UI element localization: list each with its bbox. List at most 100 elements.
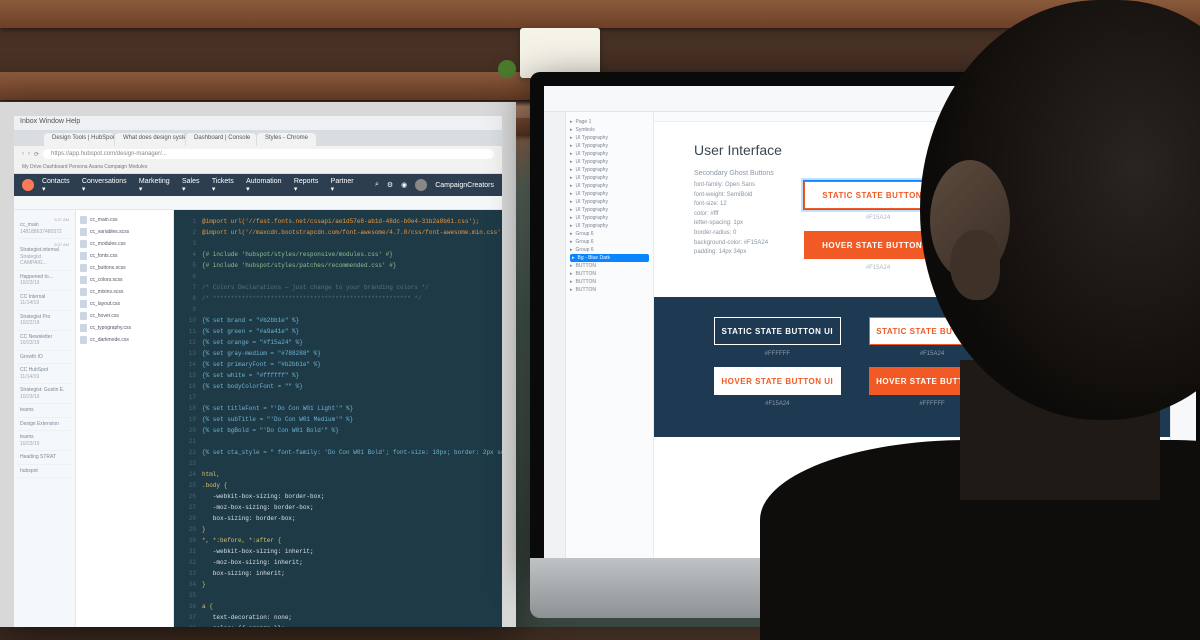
- browser-tab[interactable]: What does design system mean: [115, 133, 185, 146]
- button-specimen[interactable]: HOVER STATE BUTTON UI: [714, 367, 841, 395]
- inbox-item[interactable]: CC HubSpot11/14/19: [18, 364, 71, 384]
- file-item[interactable]: cc_layout.css: [78, 298, 171, 310]
- layer-row[interactable]: ▸ Group 6: [570, 238, 649, 246]
- layer-row[interactable]: ▸ Group 6: [570, 246, 649, 254]
- settings-icon[interactable]: ⚙: [387, 181, 393, 189]
- layer-row[interactable]: ▸ BUTTON: [570, 270, 649, 278]
- green-pin: [498, 60, 516, 78]
- hubspot-nav[interactable]: Contacts ▾ Conversations ▾ Marketing ▾ Sale…: [14, 174, 502, 196]
- button-specimen[interactable]: STATIC STATE BUTTON UI: [804, 181, 952, 209]
- tool-rail[interactable]: [544, 112, 566, 558]
- nav-item[interactable]: Partner ▾: [331, 178, 359, 193]
- notifications-icon[interactable]: ◉: [401, 181, 407, 189]
- browser-tabs[interactable]: Design Tools | HubSpotWhat does design s…: [14, 130, 502, 146]
- nav-item[interactable]: Automation ▾: [246, 178, 287, 193]
- inbox-item[interactable]: Strategist: Gustin E.10/23/19: [18, 384, 71, 404]
- button-specimen[interactable]: HOVER STATE BUTTON UI: [804, 231, 952, 259]
- layer-row[interactable]: ▸ UI Typography: [570, 142, 649, 150]
- inbox-item[interactable]: CC Newsletter10/23/19: [18, 331, 71, 351]
- file-item[interactable]: cc_main.css: [78, 214, 171, 226]
- file-item[interactable]: cc_darkmode.css: [78, 334, 171, 346]
- inbox-item[interactable]: teams10/23/19: [18, 431, 71, 451]
- browser-tab[interactable]: Design Tools | HubSpot: [44, 133, 114, 146]
- layer-row[interactable]: ▸ BUTTON: [570, 286, 649, 294]
- inbox-item[interactable]: teams: [18, 404, 71, 418]
- button-specimen[interactable]: HOVER STATE BUTTON UI: [1023, 367, 1150, 395]
- avatar[interactable]: [415, 179, 427, 191]
- code-editor[interactable]: 1@import url('//fast.fonts.net/cssapi/ae…: [174, 210, 502, 627]
- inbox-item[interactable]: Growth IO: [18, 351, 71, 365]
- layer-row[interactable]: ▸Page 1: [570, 118, 649, 126]
- layer-row[interactable]: ▸ Symbols: [570, 126, 649, 134]
- nav-item[interactable]: Sales ▾: [182, 178, 205, 193]
- layers-panel[interactable]: ▸Page 1▸ Symbols▸ UI Typography▸ UI Typo…: [566, 112, 654, 558]
- inbox-item[interactable]: Design Extension: [18, 418, 71, 432]
- inbox-item[interactable]: 8:37 AMcc_main148188637480372: [18, 214, 71, 239]
- file-item[interactable]: cc_hover.css: [78, 310, 171, 322]
- layer-row[interactable]: ▸ UI Typography: [570, 174, 649, 182]
- left-monitor: Inbox Window Help Design Tools | HubSpot…: [0, 102, 516, 627]
- file-tree[interactable]: cc_main.csscc_variables.scsscc_modules.c…: [76, 210, 174, 627]
- inbox-rail[interactable]: 8:37 AMcc_main1481886374803728:37 AMStra…: [14, 210, 76, 627]
- search-icon[interactable]: ⌕: [375, 181, 379, 189]
- inbox-item[interactable]: 8:37 AMStrategist.internalStrategist CAM…: [18, 239, 71, 271]
- layer-row[interactable]: ▸ Bg - Blue Dark: [570, 254, 649, 262]
- hex-label: #F15A24: [869, 351, 996, 357]
- browser-tab[interactable]: Dashboard | Console: [186, 133, 256, 146]
- forward-icon[interactable]: ›: [28, 151, 30, 157]
- inbox-item[interactable]: Happened to...10/23/19: [18, 271, 71, 291]
- layer-row[interactable]: ▸ UI Typography: [570, 190, 649, 198]
- file-item[interactable]: cc_typography.css: [78, 322, 171, 334]
- account-name[interactable]: CampaignCreators: [435, 182, 494, 189]
- layer-row[interactable]: ▸ Group 6: [570, 230, 649, 238]
- layer-row[interactable]: ▸ UI Typography: [570, 206, 649, 214]
- nav-item[interactable]: Conversations ▾: [82, 178, 132, 193]
- design-canvas[interactable]: User Interface Secondary Ghost Buttons f…: [654, 122, 1170, 558]
- css-specs: font-family: Open Sansfont-weight: SemiB…: [694, 181, 784, 258]
- file-item[interactable]: cc_modules.css: [78, 238, 171, 250]
- nav-item[interactable]: Marketing ▾: [139, 178, 175, 193]
- bookmarks-bar[interactable]: My Drive Dashboard Persona Asana Campaig…: [14, 162, 502, 174]
- layer-row[interactable]: ▸ UI Typography: [570, 222, 649, 230]
- layer-row[interactable]: ▸ UI Typography: [570, 134, 649, 142]
- sketch-toolbar[interactable]: [544, 86, 1196, 112]
- layer-row[interactable]: ▸ UI Typography: [570, 182, 649, 190]
- file-item[interactable]: cc_buttons.scss: [78, 262, 171, 274]
- hex-label: #FFFFFF / #1EB6BF: [1023, 401, 1150, 407]
- file-item[interactable]: cc_variables.scss: [78, 226, 171, 238]
- layer-row[interactable]: ▸ BUTTON: [570, 278, 649, 286]
- hubspot-logo-icon[interactable]: [22, 179, 34, 191]
- button-specimen[interactable]: HOVER STATE BUTTON UI: [972, 231, 1120, 259]
- button-specimen[interactable]: HOVER STATE BUTTON UI: [869, 367, 996, 395]
- file-item[interactable]: cc_colors.scss: [78, 274, 171, 286]
- file-item[interactable]: cc_fonts.css: [78, 250, 171, 262]
- layer-row[interactable]: ▸ UI Typography: [570, 150, 649, 158]
- button-specimen[interactable]: STATIC STATE BUTTON UI: [714, 317, 841, 345]
- inbox-item[interactable]: CC Internal11/14/19: [18, 291, 71, 311]
- nav-item[interactable]: Reports ▾: [294, 178, 324, 193]
- hex-label: #FFFFFF: [714, 351, 841, 357]
- hex-label: #1E3A52: [972, 265, 1120, 271]
- hex-label: #FFFFFF: [869, 401, 996, 407]
- reload-icon[interactable]: ⟳: [34, 151, 39, 158]
- button-specimen[interactable]: STATIC STATE BUTTON UI: [869, 317, 996, 345]
- back-icon[interactable]: ‹: [22, 151, 24, 157]
- browser-address-bar[interactable]: ‹ › ⟳ https://app.hubspot.com/design-man…: [14, 146, 502, 162]
- file-item[interactable]: cc_mixins.scss: [78, 286, 171, 298]
- inbox-item[interactable]: Heading STRAT: [18, 451, 71, 465]
- button-specimen[interactable]: STATIC STATE BUTTON UI: [972, 181, 1120, 209]
- nav-item[interactable]: Contacts ▾: [42, 178, 75, 193]
- layer-row[interactable]: ▸ BUTTON: [570, 262, 649, 270]
- layer-row[interactable]: ▸ UI Typography: [570, 166, 649, 174]
- layer-row[interactable]: ▸ UI Typography: [570, 198, 649, 206]
- inspector-panel[interactable]: [1170, 112, 1196, 558]
- url-field[interactable]: https://app.hubspot.com/design-manager/.…: [43, 149, 494, 159]
- inbox-item[interactable]: hubspot: [18, 465, 71, 479]
- button-specimen[interactable]: STA: [1023, 317, 1150, 345]
- layer-row[interactable]: ▸ UI Typography: [570, 214, 649, 222]
- browser-tab[interactable]: Styles - Chrome: [257, 133, 316, 146]
- inbox-item[interactable]: Strategist Pro10/22/19: [18, 311, 71, 331]
- layer-row[interactable]: ▸ UI Typography: [570, 158, 649, 166]
- nav-item[interactable]: Tickets ▾: [212, 178, 239, 193]
- imac-chin: [530, 558, 1200, 618]
